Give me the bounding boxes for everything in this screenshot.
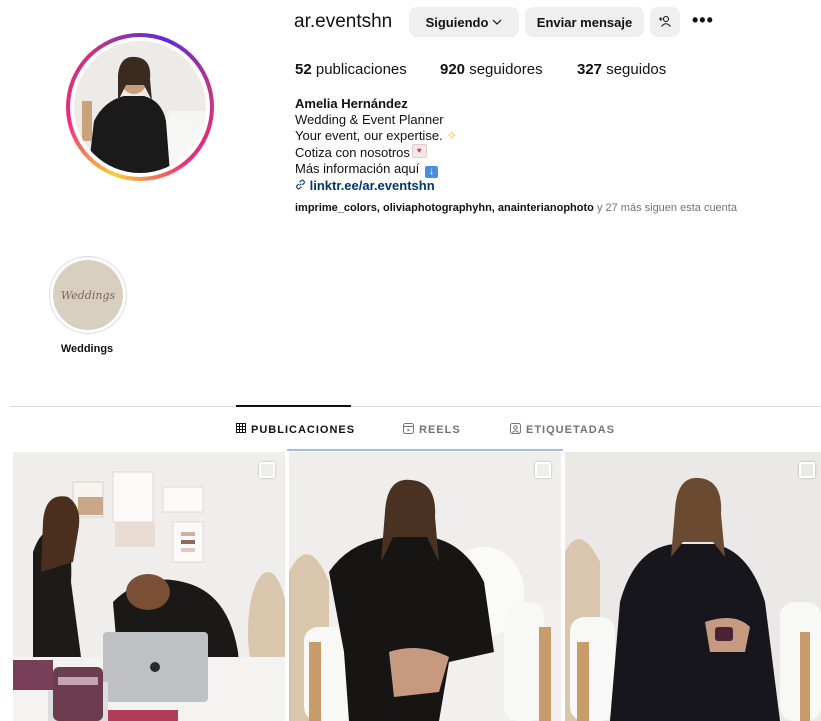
following-label: Siguiendo <box>425 14 489 30</box>
followed-by-text[interactable]: imprime_colors, oliviaphotographyhn, ana… <box>295 202 737 214</box>
post-1-image <box>13 452 285 721</box>
followers-count[interactable]: 920 seguidores <box>440 61 543 78</box>
bio-line-3-row: Cotiza con nosotros ♥ <box>295 144 457 161</box>
send-message-label: Enviar mensaje <box>536 14 633 30</box>
following-count[interactable]: 327 seguidos <box>577 61 666 78</box>
tab-reels[interactable]: REELS <box>403 423 461 437</box>
more-options-icon[interactable]: ••• <box>692 10 714 31</box>
post-2-image <box>289 452 561 721</box>
following-button[interactable]: Siguiendo <box>409 7 519 37</box>
bio-link[interactable]: linktr.ee/ar.eventshn <box>310 178 435 193</box>
bio-link-row[interactable]: linktr.ee/ar.eventshn <box>295 178 457 194</box>
reels-icon <box>403 423 414 437</box>
tab-posts[interactable]: PUBLICACIONES <box>236 423 355 436</box>
followed-by-suffix: y 27 más siguen esta cuenta <box>596 202 737 214</box>
chevron-down-icon <box>492 15 502 30</box>
bio-name: Amelia Hernández <box>295 96 408 111</box>
tagged-icon <box>510 423 521 437</box>
profile-avatar[interactable] <box>66 33 214 181</box>
carousel-icon <box>259 462 275 478</box>
tab-tagged-label: ETIQUETADAS <box>526 424 616 436</box>
posts-count-label: publicaciones <box>315 61 407 78</box>
tab-posts-label: PUBLICACIONES <box>251 423 356 436</box>
down-arrow-emoji-icon: ↓ <box>424 166 438 178</box>
highlight-label: Weddings <box>60 343 114 355</box>
post-thumbnail[interactable] <box>565 452 821 721</box>
post-thumbnail[interactable] <box>289 452 561 721</box>
bio-line-3: Cotiza con nosotros <box>295 145 410 160</box>
following-count-value: 327 <box>577 61 603 78</box>
bio-line-2-row: Your event, our expertise. ✧ <box>295 128 457 144</box>
carousel-icon <box>799 462 815 478</box>
post-thumbnail[interactable] <box>13 452 285 721</box>
followers-count-value: 920 <box>440 61 466 78</box>
link-icon <box>295 178 310 193</box>
bio-line-4: Más información aquí <box>295 161 420 176</box>
dizzy-emoji-icon: ✧ <box>446 128 458 143</box>
active-tab-indicator <box>236 405 351 407</box>
followers-count-label: seguidores <box>469 61 543 78</box>
bio-line-4-row: Más información aquí ↓ <box>295 161 457 178</box>
avatar-photo <box>74 41 206 173</box>
send-message-button[interactable]: Enviar mensaje <box>525 7 644 37</box>
username: ar.eventshn <box>294 11 393 32</box>
following-count-label: seguidos <box>606 61 667 78</box>
grid-icon <box>236 423 246 436</box>
highlight-cover-text: Weddings <box>60 288 116 302</box>
post-3-image <box>565 452 821 721</box>
tabs-divider <box>10 406 821 407</box>
tab-tagged[interactable]: ETIQUETADAS <box>510 423 615 437</box>
bio-line-2: Your event, our expertise. <box>295 128 443 143</box>
profile-bio: Amelia Hernández Wedding & Event Planner… <box>295 96 457 194</box>
bio-line-1: Wedding & Event Planner <box>295 112 444 127</box>
posts-count: 52 publicaciones <box>295 61 407 78</box>
grid-top-line <box>287 449 563 451</box>
highlight-cover: Weddings <box>53 260 123 330</box>
tab-reels-label: REELS <box>419 424 461 436</box>
followed-by-names: imprime_colors, oliviaphotographyhn, ana… <box>295 202 594 214</box>
posts-count-value: 52 <box>295 61 312 78</box>
love-letter-emoji-icon: ♥ <box>411 144 427 158</box>
carousel-icon <box>535 462 551 478</box>
suggested-people-button[interactable] <box>650 7 680 37</box>
add-person-icon <box>658 14 672 31</box>
highlight-weddings[interactable]: Weddings <box>49 256 127 334</box>
